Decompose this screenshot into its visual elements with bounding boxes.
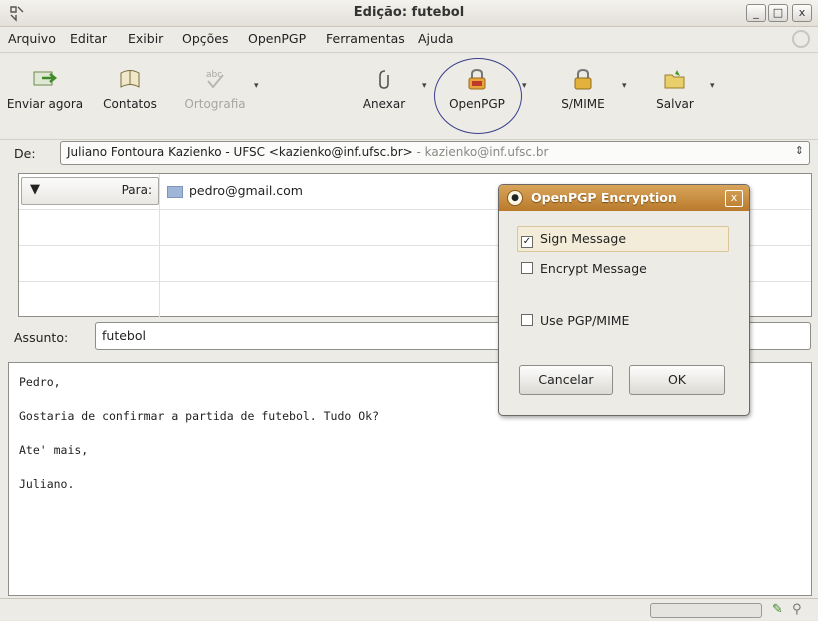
address-book-icon bbox=[117, 67, 143, 91]
smime-button[interactable]: S/MIME ▾ bbox=[552, 67, 627, 111]
column-separator bbox=[159, 282, 160, 317]
online-status-icon: ✎ bbox=[772, 602, 783, 617]
menu-ajuda[interactable]: Ajuda bbox=[418, 31, 454, 46]
spelling-label: Ortografia bbox=[184, 97, 246, 111]
progress-bar bbox=[650, 603, 762, 618]
compose-window: Edição: futebol _ □ x Arquivo Editar Exi… bbox=[0, 0, 818, 620]
dialog-app-icon: ● bbox=[507, 190, 523, 206]
body-line: Juliano. bbox=[19, 477, 75, 491]
checkbox-checked-icon: ✓ bbox=[521, 236, 533, 248]
from-value: Juliano Fontoura Kazienko - UFSC <kazien… bbox=[67, 145, 413, 159]
dialog-title: OpenPGP Encryption bbox=[531, 190, 677, 205]
menu-bar: Arquivo Editar Exibir Opções OpenPGP Fer… bbox=[0, 27, 818, 51]
from-value-wrap: Juliano Fontoura Kazienko - UFSC <kazien… bbox=[67, 145, 548, 159]
paperclip-icon bbox=[371, 67, 397, 91]
checkbox-unchecked-icon bbox=[521, 314, 533, 326]
sign-message-checkbox[interactable]: ✓ Sign Message bbox=[521, 231, 626, 248]
contacts-label: Contatos bbox=[103, 97, 157, 111]
send-label: Enviar agora bbox=[6, 97, 84, 111]
minimize-button[interactable]: _ bbox=[746, 4, 766, 22]
recipient-type: Para: bbox=[121, 183, 152, 197]
attach-button[interactable]: Anexar ▾ bbox=[354, 67, 427, 111]
encrypt-message-checkbox[interactable]: Encrypt Message bbox=[521, 261, 647, 276]
maximize-button[interactable]: □ bbox=[768, 4, 788, 22]
send-button[interactable]: Enviar agora bbox=[4, 67, 86, 111]
checkbox-unchecked-icon bbox=[521, 262, 533, 274]
send-icon bbox=[32, 67, 58, 91]
menu-arquivo[interactable]: Arquivo bbox=[8, 31, 56, 46]
use-pgpmime-checkbox[interactable]: Use PGP/MIME bbox=[521, 313, 629, 328]
select-spinner-icon: ⇕ bbox=[794, 144, 804, 157]
save-folder-icon bbox=[662, 67, 688, 91]
use-pgpmime-label: Use PGP/MIME bbox=[540, 313, 630, 328]
body-line: Pedro, bbox=[19, 375, 61, 389]
menu-exibir[interactable]: Exibir bbox=[128, 31, 163, 46]
encrypt-message-label: Encrypt Message bbox=[540, 261, 647, 276]
pin-icon: ▼ bbox=[30, 182, 40, 197]
status-bar: ✎ ⚲ bbox=[0, 598, 818, 621]
attach-label: Anexar bbox=[362, 97, 406, 111]
menu-opcoes[interactable]: Opções bbox=[182, 31, 229, 46]
dialog-close-button[interactable]: x bbox=[725, 190, 743, 207]
sign-message-label: Sign Message bbox=[540, 231, 627, 246]
contacts-button[interactable]: Contatos bbox=[94, 67, 166, 111]
title-bar: Edição: futebol _ □ x bbox=[0, 0, 818, 27]
save-label: Salvar bbox=[656, 97, 694, 111]
body-line: Ate' mais, bbox=[19, 443, 89, 457]
spelling-button[interactable]: abc Ortografia ▾ bbox=[174, 67, 259, 111]
spellcheck-icon: abc bbox=[202, 67, 228, 91]
contact-card-icon bbox=[167, 185, 183, 198]
smime-dropdown-icon[interactable]: ▾ bbox=[622, 81, 627, 91]
column-separator bbox=[159, 246, 160, 281]
column-separator bbox=[159, 210, 160, 245]
toolbar: Enviar agora Contatos abc Ortografia ▾ A… bbox=[0, 52, 818, 140]
save-button[interactable]: Salvar ▾ bbox=[646, 67, 715, 111]
smime-label: S/MIME bbox=[561, 97, 605, 111]
spelling-dropdown-icon[interactable]: ▾ bbox=[254, 81, 259, 91]
menu-ferramentas[interactable]: Ferramentas bbox=[326, 31, 405, 46]
activity-throbber-icon bbox=[792, 30, 810, 48]
from-select[interactable]: Juliano Fontoura Kazienko - UFSC <kazien… bbox=[60, 141, 810, 165]
from-row: De: Juliano Fontoura Kazienko - UFSC <ka… bbox=[0, 139, 818, 167]
openpgp-encryption-dialog: ● OpenPGP Encryption x ✓ Sign Message Enc… bbox=[498, 184, 750, 416]
recipient-type-select[interactable]: ▼ Para: bbox=[21, 177, 159, 205]
close-button[interactable]: x bbox=[792, 4, 812, 22]
openpgp-highlight-circle bbox=[434, 58, 522, 134]
subject-label: Assunto: bbox=[14, 330, 69, 345]
security-status-icon: ⚲ bbox=[792, 602, 802, 617]
menu-editar[interactable]: Editar bbox=[70, 31, 107, 46]
from-label: De: bbox=[14, 146, 36, 161]
save-dropdown-icon[interactable]: ▾ bbox=[710, 81, 715, 91]
window-title: Edição: futebol bbox=[353, 5, 465, 20]
cancel-button[interactable]: Cancelar bbox=[519, 365, 613, 395]
recipient-address-text: pedro@gmail.com bbox=[189, 183, 303, 198]
attach-dropdown-icon[interactable]: ▾ bbox=[422, 81, 427, 91]
body-line: Gostaria de confirmar a partida de futeb… bbox=[19, 409, 380, 423]
recipient-address[interactable]: pedro@gmail.com bbox=[167, 183, 303, 198]
column-separator bbox=[159, 174, 160, 209]
dialog-title-bar: ● OpenPGP Encryption x bbox=[499, 185, 749, 211]
ok-button[interactable]: OK bbox=[629, 365, 725, 395]
openpgp-dropdown-icon[interactable]: ▾ bbox=[522, 81, 527, 91]
menu-openpgp[interactable]: OpenPGP bbox=[248, 31, 306, 46]
from-account: - kazienko@inf.ufsc.br bbox=[416, 145, 549, 159]
subject-value: futebol bbox=[102, 328, 146, 343]
padlock-icon bbox=[570, 67, 596, 91]
